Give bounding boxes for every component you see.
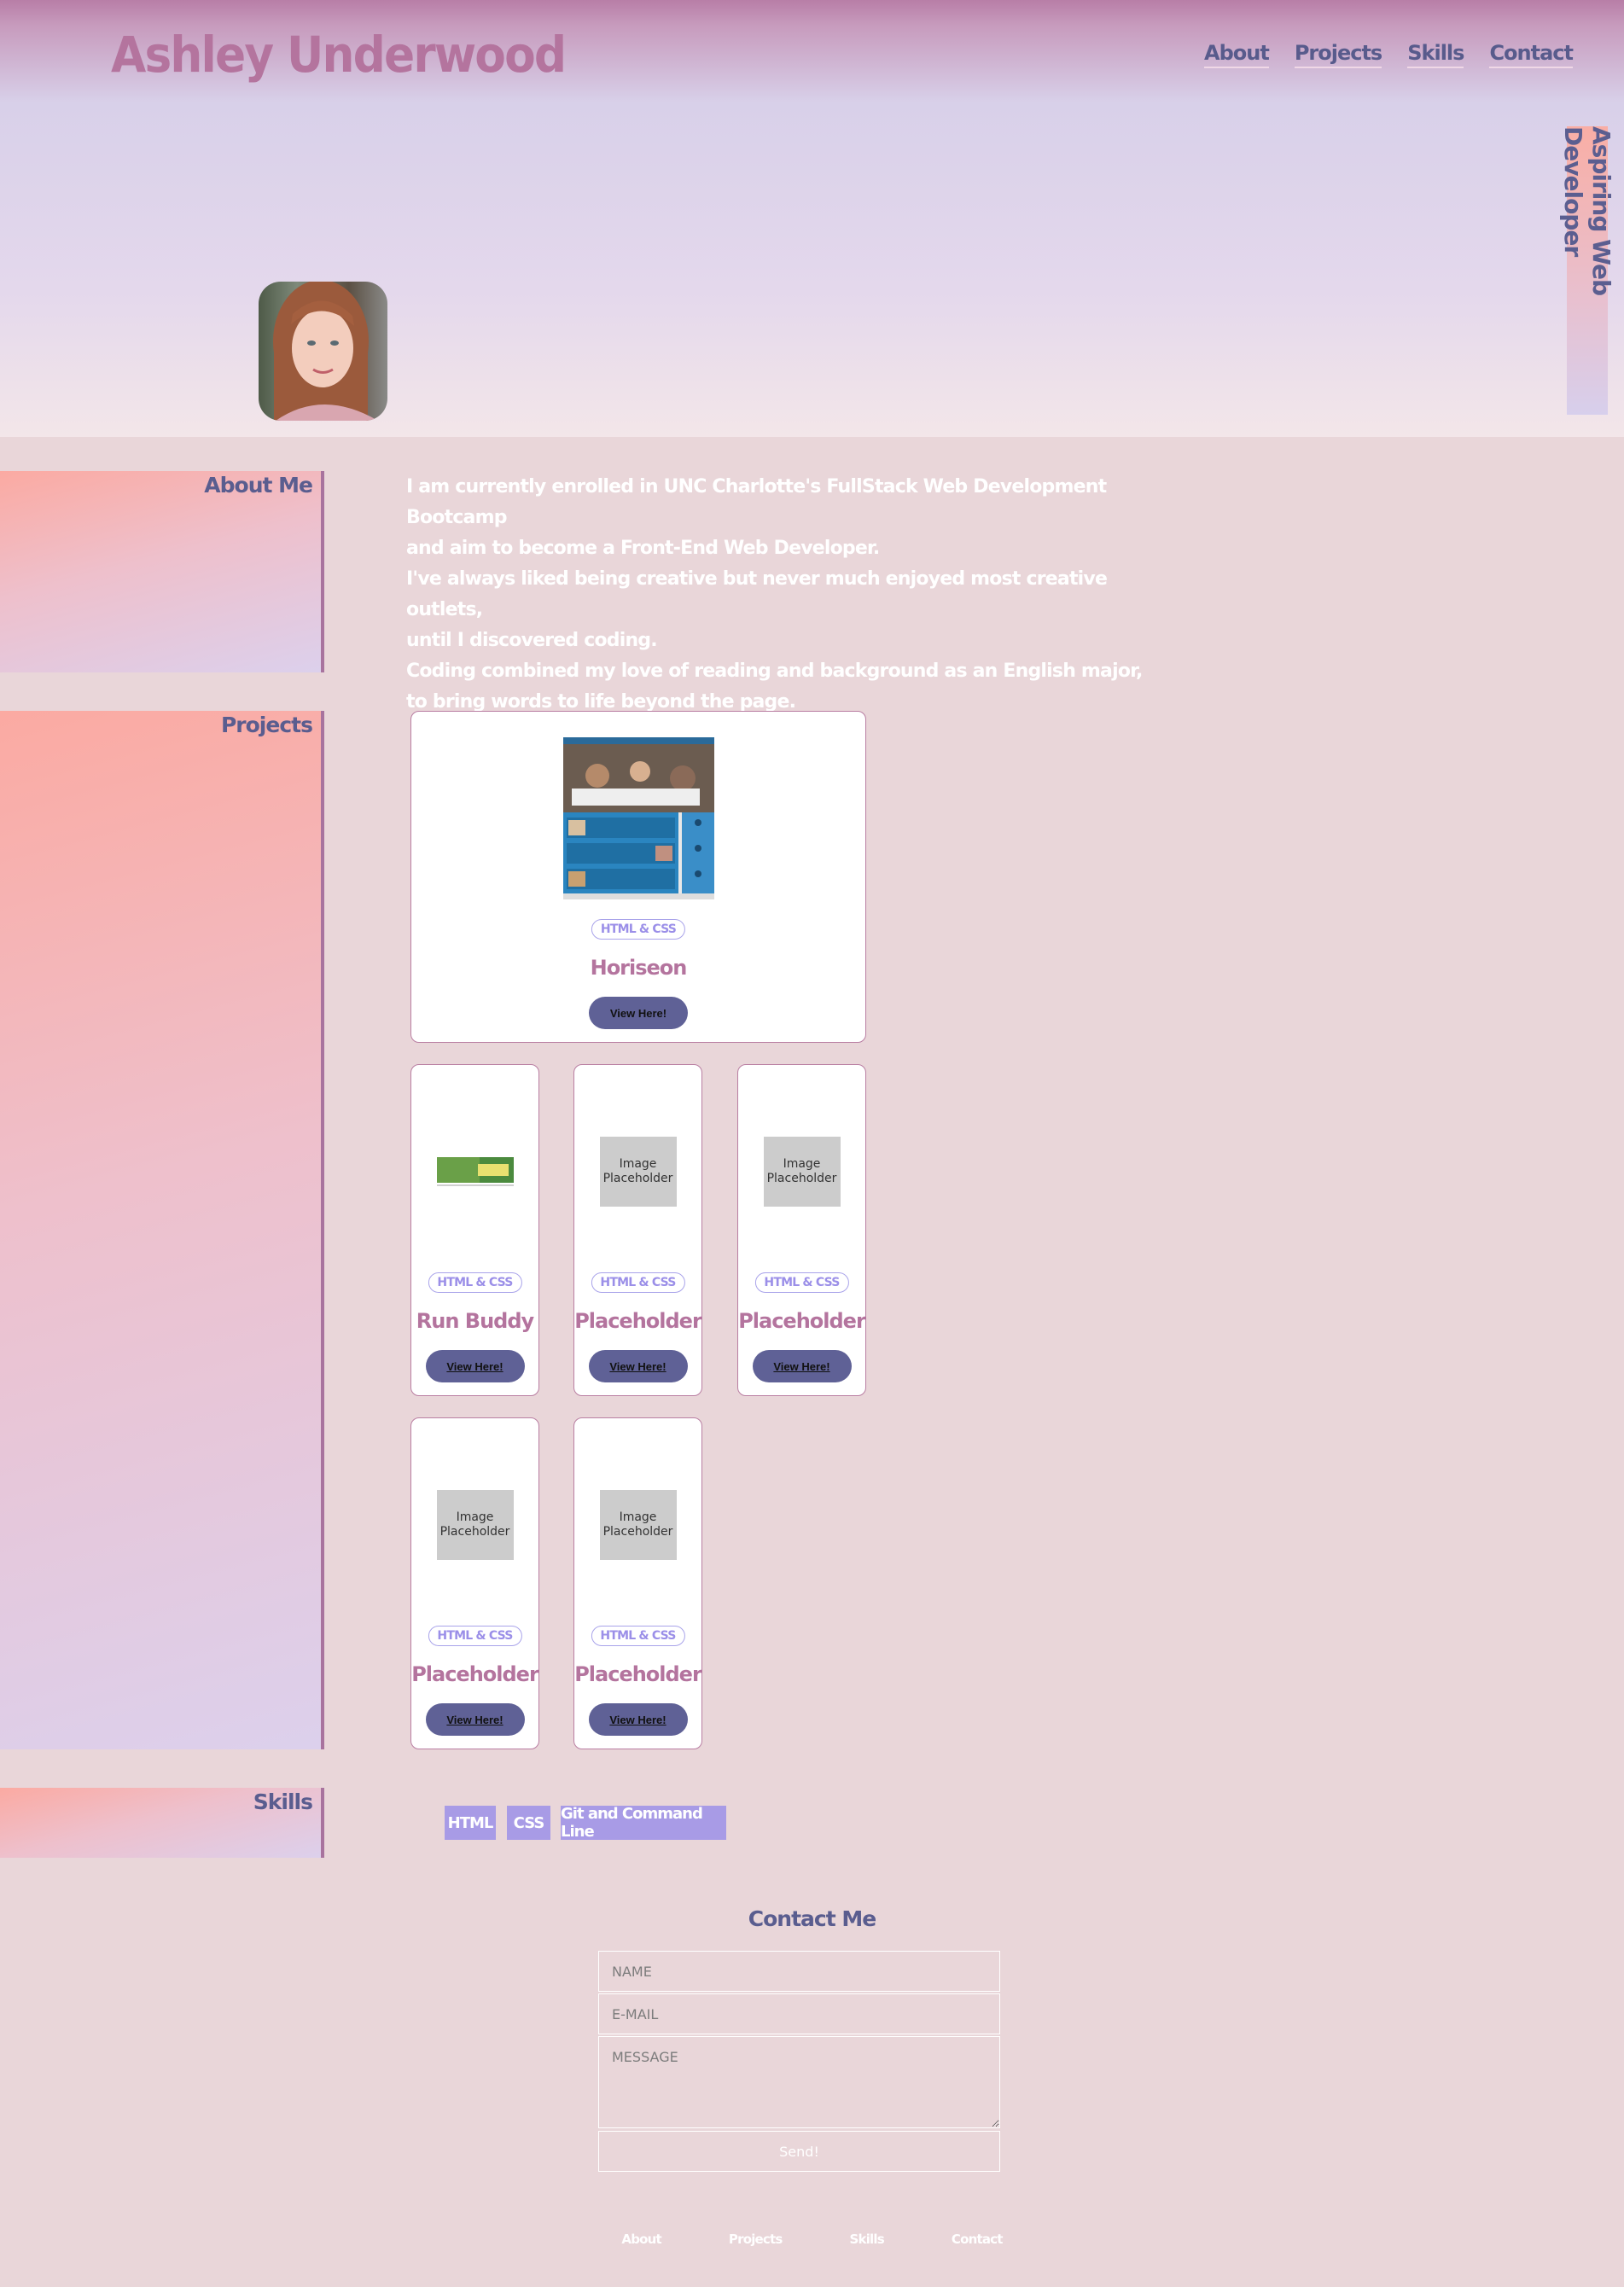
about-line: until I discovered coding. (406, 630, 658, 651)
hero-header: Ashley Underwood About Projects Skills C… (0, 0, 1624, 437)
skill-badge: Git and Command Line (561, 1805, 726, 1841)
view-project-button[interactable]: View Here! (425, 1350, 525, 1382)
projects-side-panel: Projects (0, 711, 324, 1749)
about-side-panel: About Me (0, 471, 324, 672)
tech-badge: HTML & CSS (428, 1272, 522, 1293)
about-line: Coding combined my love of reading and b… (406, 660, 1143, 682)
view-project-button[interactable]: View Here! (752, 1350, 852, 1382)
image-placeholder: Image Placeholder (599, 1137, 677, 1207)
nav-link-projects[interactable]: Projects (1294, 41, 1382, 68)
project-card-horiseon: HTML & CSS Horiseon View Here! (410, 711, 866, 1043)
skill-badge: CSS (507, 1806, 550, 1840)
run-buddy-screenshot (437, 1155, 514, 1190)
nav-link-about[interactable]: About (1204, 41, 1270, 68)
image-placeholder: Image Placeholder (763, 1137, 841, 1207)
view-project-button[interactable]: View Here! (588, 1703, 688, 1736)
project-title: Horiseon (590, 956, 688, 980)
portrait-photo (259, 282, 387, 421)
skills-heading: Skills (253, 1789, 313, 1814)
tech-badge: HTML & CSS (591, 1272, 685, 1293)
tech-badge: HTML & CSS (591, 919, 686, 940)
image-placeholder: Image Placeholder (599, 1490, 677, 1560)
project-card-placeholder: Image Placeholder HTML & CSS Placeholder… (410, 1417, 539, 1749)
horiseon-screenshot (563, 737, 714, 899)
about-line: I've always liked being creative but nev… (406, 568, 1108, 620)
contact-heading: Contact Me (748, 1906, 876, 1931)
project-card-placeholder: Image Placeholder HTML & CSS Placeholder… (573, 1417, 702, 1749)
project-title: Placeholder (411, 1662, 539, 1686)
email-field[interactable] (598, 1993, 1000, 2034)
project-card-run-buddy: HTML & CSS Run Buddy View Here! (410, 1064, 539, 1396)
project-title: Placeholder (574, 1662, 702, 1686)
top-nav: About Projects Skills Contact (1204, 41, 1574, 68)
skills-side-panel: Skills (0, 1788, 324, 1858)
project-card-placeholder: Image Placeholder HTML & CSS Placeholder… (737, 1064, 866, 1396)
site-title: Ashley Underwood (111, 26, 567, 84)
projects-heading: Projects (220, 713, 313, 737)
view-project-button[interactable]: View Here! (588, 1350, 688, 1382)
nav-link-skills[interactable]: Skills (1407, 41, 1464, 68)
project-title: Placeholder (738, 1309, 866, 1333)
skill-badge: HTML (445, 1806, 496, 1840)
about-line: and aim to become a Front-End Web Develo… (406, 538, 880, 559)
nav-link-contact[interactable]: Contact (1489, 41, 1574, 68)
about-line: I am currently enrolled in UNC Charlotte… (406, 476, 1107, 528)
tech-badge: HTML & CSS (428, 1626, 522, 1646)
image-placeholder: Image Placeholder (436, 1490, 514, 1560)
avatar (259, 282, 387, 421)
tech-badge: HTML & CSS (591, 1626, 685, 1646)
tagline-text: Aspiring Web Developer (1559, 126, 1615, 296)
project-title: Run Buddy (416, 1309, 534, 1333)
project-title: Placeholder (574, 1309, 702, 1333)
footer-link-about[interactable]: About (621, 2232, 661, 2252)
view-project-button[interactable]: View Here! (589, 997, 688, 1029)
name-field[interactable] (598, 1951, 1000, 1992)
footer-link-contact[interactable]: Contact (952, 2232, 1004, 2252)
about-text: I am currently enrolled in UNC Charlotte… (406, 472, 1174, 718)
view-project-button[interactable]: View Here! (425, 1703, 525, 1736)
project-card-placeholder: Image Placeholder HTML & CSS Placeholder… (573, 1064, 702, 1396)
tagline-banner: Aspiring Web Developer (1559, 126, 1615, 415)
message-field[interactable] (598, 2036, 1000, 2128)
about-heading: About Me (204, 473, 313, 498)
footer-nav: About Projects Skills Contact (0, 2232, 1624, 2252)
footer-link-skills[interactable]: Skills (850, 2232, 885, 2252)
footer-link-projects[interactable]: Projects (729, 2232, 783, 2252)
tech-badge: HTML & CSS (754, 1272, 849, 1293)
send-button[interactable]: Send! (598, 2131, 1000, 2172)
